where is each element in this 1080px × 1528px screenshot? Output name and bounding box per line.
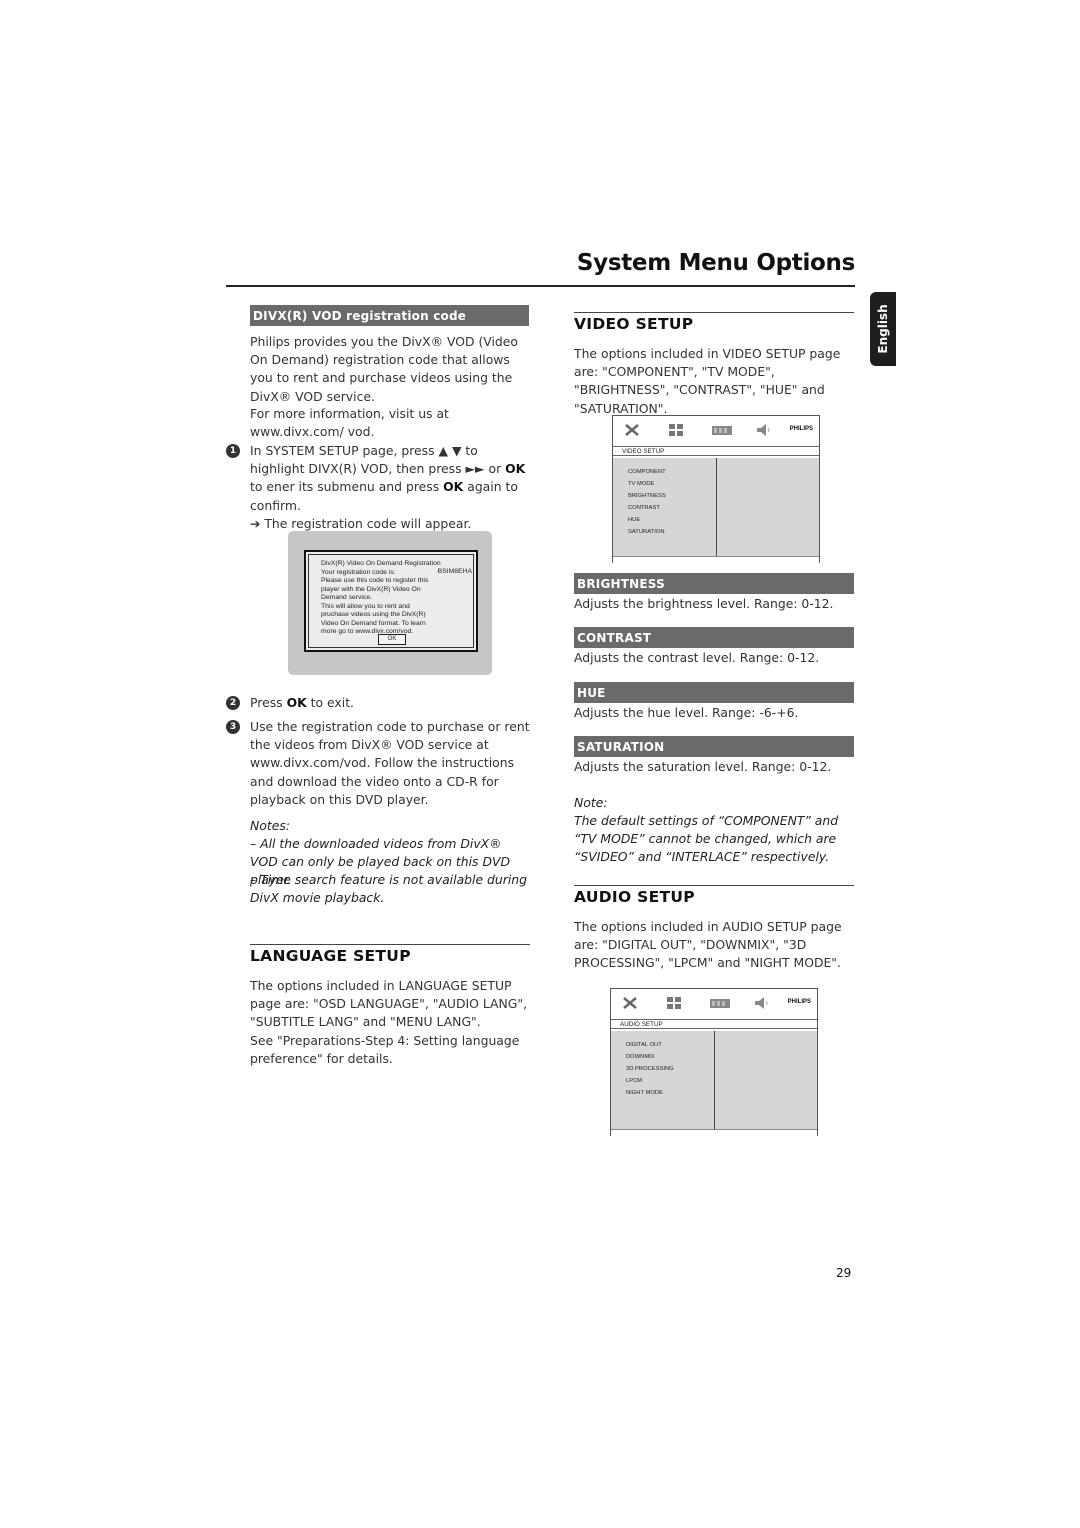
step-1-text: In SYSTEM SETUP page, press ▲ ▼ to highl…	[250, 443, 506, 477]
osd-menu-item[interactable]: COMPONENT	[628, 466, 666, 478]
ok-key: OK	[505, 461, 526, 477]
contrast-desc: Adjusts the contrast level. Range: 0-12.	[574, 650, 820, 665]
osd-menu-item[interactable]: LPCM	[626, 1075, 674, 1087]
ok-key: OK	[286, 695, 307, 710]
osd-menu-item[interactable]: NIGHT MODE	[626, 1087, 674, 1099]
video-setup-heading: VIDEO SETUP	[574, 315, 694, 333]
language-tab-label: English	[876, 304, 890, 354]
osd-menu-item[interactable]: CONTRAST	[628, 502, 666, 514]
grid-icon	[669, 424, 683, 436]
dialog-line: Video On Demand format. To learn	[321, 619, 426, 627]
dialog-line: Please use this code to register this	[321, 577, 429, 584]
audio-setup-heading: AUDIO SETUP	[574, 888, 695, 906]
brightness-desc: Adjusts the brightness level. Range: 0-1…	[574, 596, 834, 611]
ok-key: OK	[443, 479, 464, 495]
language-tab: English	[870, 292, 896, 366]
dialog-line: This will allow you to rent and	[321, 602, 410, 610]
section-rule	[574, 312, 854, 313]
step-2: 2 Press OK to exit.	[226, 694, 530, 712]
osd-menu-item[interactable]: DIGITAL OUT	[626, 1039, 674, 1051]
dialog-line: pruchase videos using the DivX(R)	[321, 611, 426, 618]
brightness-heading: BRIGHTNESS	[574, 573, 854, 594]
divx-registration-dialog-screen: DivX(R) Video On Demand Registration Your…	[288, 531, 492, 675]
page-title: System Menu Options	[576, 250, 855, 276]
dialog-line: Demand service.	[321, 594, 372, 601]
osd-menu-list: COMPONENT TV MODE BRIGHTNESS CONTRAST HU…	[628, 466, 666, 538]
osd-menu-item[interactable]: 3D PROCESSING	[626, 1063, 674, 1075]
dialog-ok-button[interactable]: OK	[378, 634, 406, 645]
saturation-heading: SATURATION	[574, 736, 854, 757]
video-note: The default settings of “COMPONENT” and …	[574, 813, 839, 865]
divx-section-heading: DIVX(R) VOD registration code	[250, 305, 529, 326]
section-rule	[250, 944, 530, 945]
language-setup-heading: LANGUAGE SETUP	[250, 947, 411, 965]
osd-menu-item[interactable]: HUE	[628, 514, 666, 526]
dialog-line: player with the DivX(R) Video On	[321, 585, 421, 593]
video-note-label: Note:	[574, 795, 608, 810]
registration-code: BSIM8EHA	[437, 568, 472, 575]
step-3-text: Use the registration code to purchase or…	[250, 719, 530, 807]
osd-menu-list: DIGITAL OUT DOWNMIX 3D PROCESSING LPCM N…	[626, 1039, 674, 1099]
audio-setup-screen: PHILIPS AUDIO SETUP DIGITAL OUT DOWNMIX …	[610, 988, 818, 1136]
page-number: 29	[836, 1266, 852, 1280]
video-setup-text: The options included in VIDEO SETUP page…	[574, 346, 841, 416]
osd-footer	[611, 1129, 817, 1136]
note-item: – Time search feature is not available d…	[250, 872, 527, 906]
osd-page-label: VIDEO SETUP	[613, 446, 819, 456]
philips-logo: PHILIPS	[787, 999, 811, 1005]
philips-logo: PHILIPS	[789, 426, 813, 432]
notes-label: Notes:	[250, 818, 290, 833]
tools-icon	[623, 997, 637, 1009]
osd-page-label: AUDIO SETUP	[611, 1019, 817, 1029]
step-number-2: 2	[226, 696, 240, 710]
contrast-heading: CONTRAST	[574, 627, 854, 648]
osd-value-pane	[717, 458, 819, 556]
divx-more-info: For more information, visit us at www.di…	[250, 406, 449, 440]
step-number-1: 1	[226, 444, 240, 458]
film-icon	[712, 426, 732, 435]
section-rule	[574, 885, 854, 886]
step-number-3: 3	[226, 720, 240, 734]
step-2-text: Press	[250, 695, 287, 710]
step-3: 3 Use the registration code to purchase …	[226, 718, 530, 809]
grid-icon	[667, 997, 681, 1009]
speaker-icon	[755, 997, 768, 1009]
divx-intro: Philips provides you the DivX® VOD (Vide…	[250, 334, 518, 404]
saturation-desc: Adjusts the saturation level. Range: 0-1…	[574, 759, 832, 774]
language-setup-text: The options included in LANGUAGE SETUP p…	[250, 978, 528, 1030]
step-1: 1 In SYSTEM SETUP page, press ▲ ▼ to hig…	[226, 442, 530, 533]
osd-menu-item[interactable]: DOWNMIX	[626, 1051, 674, 1063]
hue-heading: HUE	[574, 682, 854, 703]
osd-menu-item[interactable]: SATURATION	[628, 526, 666, 538]
step-2-text-b: to exit.	[306, 695, 354, 710]
divx-registration-dialog: DivX(R) Video On Demand Registration Your…	[304, 550, 478, 652]
film-icon	[710, 999, 730, 1008]
video-setup-screen: PHILIPS VIDEO SETUP COMPONENT TV MODE BR…	[612, 415, 820, 563]
osd-menu-item[interactable]: TV MODE	[628, 478, 666, 490]
tools-icon	[625, 424, 639, 436]
osd-toolbar: PHILIPS	[611, 989, 817, 1019]
osd-menu-pane: DIGITAL OUT DOWNMIX 3D PROCESSING LPCM N…	[611, 1031, 715, 1129]
osd-menu-pane: COMPONENT TV MODE BRIGHTNESS CONTRAST HU…	[613, 458, 717, 556]
language-setup-see-also: See "Preparations-Step 4: Setting langua…	[250, 1033, 520, 1067]
step-1-text-b: to ener its submenu and press	[250, 479, 444, 495]
osd-footer	[613, 556, 819, 563]
osd-toolbar: PHILIPS	[613, 416, 819, 446]
title-rule	[226, 285, 855, 287]
osd-menu-item[interactable]: BRIGHTNESS	[628, 490, 666, 502]
hue-desc: Adjusts the hue level. Range: -6-+6.	[574, 705, 799, 720]
speaker-icon	[757, 424, 770, 436]
audio-setup-text: The options included in AUDIO SETUP page…	[574, 919, 842, 971]
osd-value-pane	[715, 1031, 817, 1129]
